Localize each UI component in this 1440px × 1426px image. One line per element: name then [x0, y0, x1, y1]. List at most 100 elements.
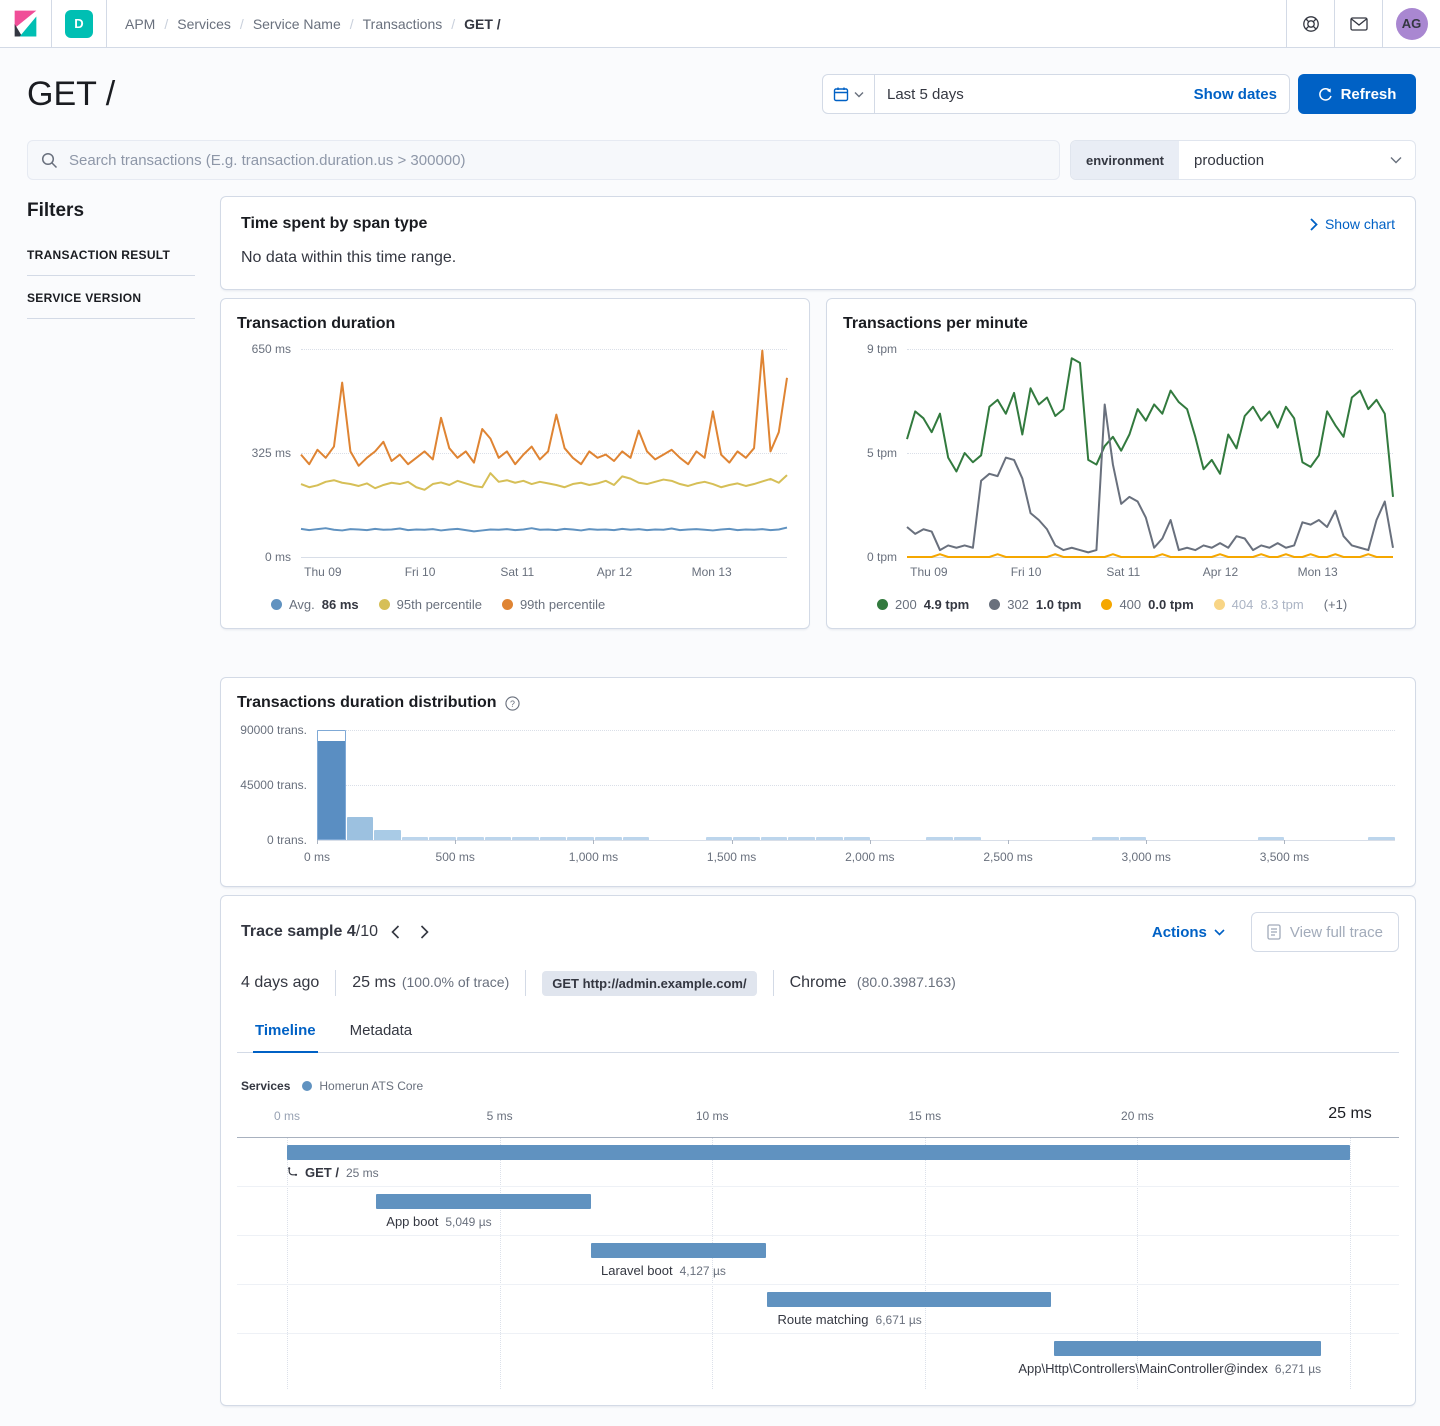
mail-icon	[1349, 16, 1368, 31]
space-badge[interactable]: D	[65, 9, 93, 38]
space-switcher[interactable]: D	[52, 0, 107, 47]
trace-sample-panel: Trace sample 4/10 Actions View full trac…	[220, 895, 1416, 1406]
search-box[interactable]	[27, 140, 1060, 180]
breadcrumb-item[interactable]: Service Name	[253, 16, 341, 32]
x-axis-label: Fri 10	[404, 565, 436, 579]
tab-metadata[interactable]: Metadata	[348, 1012, 415, 1052]
trace-age: 4 days ago	[241, 974, 320, 991]
chevron-down-icon	[1214, 928, 1225, 936]
y-axis-label: 5 tpm	[866, 446, 897, 460]
tab-timeline[interactable]: Timeline	[253, 1012, 318, 1053]
histogram-plot-area[interactable]: 90000 trans. 45000 trans. 0 trans.	[240, 723, 1395, 847]
y-axis-label: 0 ms	[264, 550, 291, 564]
transaction-label[interactable]: GET /25 ms	[287, 1165, 379, 1180]
legend-item-200[interactable]: 200 4.9 tpm	[877, 597, 969, 612]
chart-plot-area[interactable]: 9 tpm 5 tpm 0 tpm	[867, 342, 1393, 564]
help-tooltip-icon[interactable]: ?	[504, 695, 520, 711]
waterfall-row: App boot 5,049 µs	[237, 1187, 1399, 1236]
span-bar[interactable]	[376, 1194, 591, 1209]
chart-series-svg	[907, 349, 1393, 557]
x-axis-label: Sat 11	[1106, 565, 1141, 579]
x-axis-label: Thu 09	[910, 565, 948, 579]
axis-tick	[317, 840, 318, 844]
chevron-right-icon	[1310, 217, 1318, 231]
y-axis-label: 90000 trans.	[240, 723, 307, 737]
x-axis-label: 3,500 ms	[1259, 850, 1310, 864]
x-axis-label: 2,000 ms	[845, 850, 895, 864]
quick-select-menu[interactable]	[823, 75, 875, 113]
date-picker[interactable]: Last 5 days Show dates	[822, 74, 1290, 114]
x-axis-label: 15 ms	[908, 1109, 942, 1123]
histogram-bar[interactable]	[346, 816, 374, 840]
x-axis-label: Fri 10	[1010, 565, 1042, 579]
span-label[interactable]: Route matching 6,671 µs	[777, 1312, 921, 1327]
span-label[interactable]: App boot 5,049 µs	[386, 1214, 491, 1229]
histogram-bar[interactable]	[374, 829, 401, 840]
chart-legend: 200 4.9 tpm 302 1.0 tpm 400 0.0 tpm 404 8.3 tpm…	[877, 597, 1399, 612]
show-dates-link[interactable]: Show dates	[1182, 86, 1289, 103]
legend-more[interactable]: (+1)	[1324, 597, 1347, 612]
filters-sidebar: Filters TRANSACTION RESULT SERVICE VERSIO…	[27, 196, 195, 1406]
duration-distribution-chart: 90000 trans. 45000 trans. 0 trans. 0 ms 500 …	[237, 723, 1399, 870]
x-axis-label: 500 ms	[435, 850, 475, 864]
span-type-panel: Time spent by span type Show chart No da…	[220, 196, 1416, 290]
time-range-value[interactable]: Last 5 days	[875, 86, 1182, 103]
span-bar[interactable]	[1054, 1341, 1322, 1356]
x-axis-label: Apr 12	[1202, 565, 1239, 579]
legend-dot	[1213, 599, 1225, 610]
document-icon	[1267, 924, 1281, 940]
services-legend: Services Homerun ATS Core	[241, 1079, 424, 1093]
next-sample-button[interactable]	[413, 920, 436, 944]
span-bar[interactable]	[767, 1292, 1052, 1307]
series-line-99th-percentile	[301, 351, 787, 466]
x-axis-label: 25 ms	[1328, 1105, 1372, 1122]
legend-item-95th-percentile[interactable]: 95th percentile	[378, 597, 482, 612]
breadcrumb-separator: /	[349, 15, 354, 32]
histogram-bar-selected[interactable]	[317, 730, 346, 840]
filter-section-service-version[interactable]: SERVICE VERSION	[27, 291, 195, 319]
legend-item-avg-[interactable]: Avg. 86 ms	[271, 597, 359, 612]
show-chart-link[interactable]: Show chart	[1310, 216, 1395, 232]
chart-plot-area[interactable]: 650 ms 325 ms 0 ms	[252, 342, 787, 564]
x-axis-label: Mon 13	[1297, 565, 1338, 579]
user-menu[interactable]: AG	[1382, 0, 1440, 47]
refresh-button[interactable]: Refresh	[1298, 74, 1416, 114]
span-label[interactable]: Laravel boot 4,127 µs	[601, 1263, 726, 1278]
trace-tabs: Timeline Metadata	[237, 1012, 1399, 1053]
x-axis: Thu 09 Fri 10 Sat 11 Apr 12 Mon 13	[301, 565, 787, 581]
filter-section-transaction-result[interactable]: TRANSACTION RESULT	[27, 248, 195, 276]
legend-item-99th-percentile[interactable]: 99th percentile	[501, 597, 605, 612]
legend-item-400[interactable]: 400 0.0 tpm	[1101, 597, 1194, 612]
transaction-duration-panel: Transaction duration 650 ms 325 ms 0 ms Thu…	[220, 298, 810, 629]
newsfeed-button[interactable]	[1334, 0, 1382, 47]
x-axis-label: Mon 13	[691, 565, 732, 579]
help-button[interactable]	[1286, 0, 1334, 47]
breadcrumb-item[interactable]: APM	[125, 16, 155, 32]
span-label[interactable]: App\Http\Controllers\MainController@inde…	[1018, 1361, 1321, 1376]
environment-select[interactable]: environment production	[1070, 140, 1416, 180]
topbar-actions: AG	[1286, 0, 1440, 47]
kibana-logo-button[interactable]	[0, 0, 52, 47]
refresh-icon	[1318, 87, 1332, 101]
empty-message: No data within this time range.	[241, 249, 457, 266]
chevron-down-icon	[1390, 157, 1402, 164]
breadcrumb-item[interactable]: Services	[177, 16, 231, 32]
span-bar[interactable]	[591, 1243, 767, 1258]
trace-summary: 4 days ago 25 ms (100.0% of trace) GET ht…	[241, 970, 1399, 996]
transactions-per-minute-panel: Transactions per minute 9 tpm 5 tpm 0 tpm T…	[826, 298, 1416, 629]
breadcrumb-item[interactable]: Transactions	[363, 16, 443, 32]
avatar[interactable]: AG	[1395, 7, 1428, 40]
breadcrumb: APM / Services / Service Name / Transactions / G…	[107, 16, 519, 32]
transaction-bar[interactable]	[287, 1145, 1350, 1160]
legend-item-404[interactable]: 404 8.3 tpm	[1213, 597, 1304, 612]
legend-item-302[interactable]: 302 1.0 tpm	[989, 597, 1081, 612]
actions-dropdown[interactable]: Actions	[1152, 924, 1225, 941]
view-full-trace-button[interactable]: View full trace	[1250, 912, 1399, 952]
waterfall-row: GET /25 ms	[237, 1138, 1399, 1187]
service-legend-item[interactable]: Homerun ATS Core	[302, 1079, 423, 1093]
prev-sample-button[interactable]	[384, 920, 407, 944]
chart-legend: Avg. 86 ms 95th percentile 99th percentile	[271, 597, 793, 612]
search-icon	[41, 152, 58, 168]
filters-title: Filters	[27, 200, 85, 221]
search-input[interactable]	[67, 150, 1046, 170]
